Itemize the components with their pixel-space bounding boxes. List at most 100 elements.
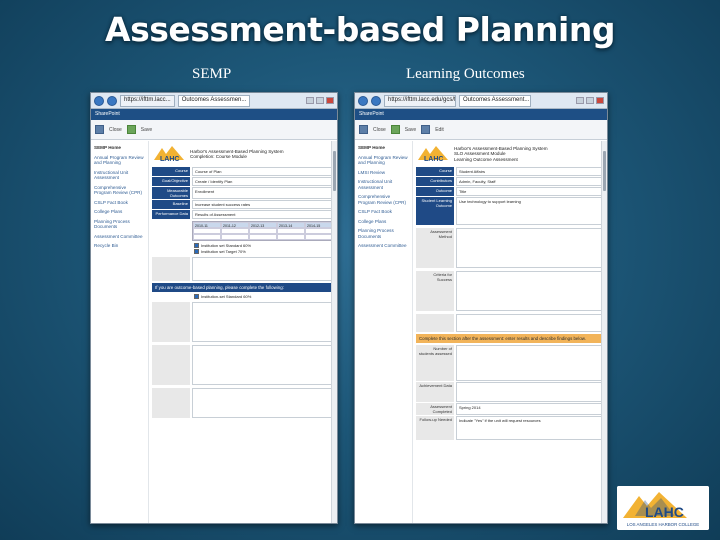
textarea-field[interactable] xyxy=(456,314,604,332)
sidebar-item[interactable]: CSLP Fact Book xyxy=(358,209,409,215)
field-input[interactable]: Admin, Faculty, Staff xyxy=(456,177,604,186)
browser-tab[interactable]: https://ifttm.lacc... xyxy=(120,94,175,107)
textarea-field[interactable] xyxy=(456,271,604,311)
performance-table: 2010-11 2011-12 2012-13 2013-14 2014-15 xyxy=(192,221,334,241)
field-input[interactable]: Course of Plan xyxy=(192,167,334,176)
sidebar-item[interactable]: Annual Program Review and Planning xyxy=(94,155,145,166)
textarea-field[interactable] xyxy=(192,345,334,386)
table-row xyxy=(193,234,333,240)
sidebar-item[interactable]: Comprehensive Program Review (CPR) xyxy=(358,194,409,205)
field-label: Assessment Completed xyxy=(416,403,454,416)
field-label: Follow-up Needed xyxy=(416,416,454,441)
sidebar-item[interactable]: Recycle Bin xyxy=(94,243,145,249)
sidebar-item[interactable]: Planning Process Documents xyxy=(94,219,145,230)
close-icon[interactable] xyxy=(596,97,604,104)
sidebar-item[interactable]: Assessment Committee xyxy=(94,234,145,240)
maximize-icon[interactable] xyxy=(316,97,324,104)
scrollbar[interactable] xyxy=(331,141,337,523)
ribbon-label[interactable]: Save xyxy=(405,127,416,133)
sidebar-item[interactable]: CSLP Fact Book xyxy=(94,200,145,206)
checkbox-field[interactable]: Indicate "Yes" if the unit will request … xyxy=(456,416,604,441)
sidebar-item[interactable]: SEMP Home xyxy=(94,145,145,151)
table-cell[interactable] xyxy=(277,234,305,240)
table-cell[interactable] xyxy=(193,234,221,240)
table-cell[interactable] xyxy=(305,234,333,240)
back-icon[interactable] xyxy=(358,95,368,106)
caption-semp: SEMP xyxy=(192,66,232,82)
sidebar-item[interactable]: College Plans xyxy=(358,219,409,225)
sidebar-nav: SEMP Home Annual Program Review and Plan… xyxy=(355,141,413,523)
forward-icon[interactable] xyxy=(107,95,117,106)
scrollbar[interactable] xyxy=(601,141,607,523)
back-icon[interactable] xyxy=(94,95,104,106)
field-input[interactable]: Create / Identify Plan xyxy=(192,177,334,186)
checkbox-row[interactable]: Institution set Standard 60% xyxy=(194,243,334,248)
form-header: LAHC Harbor's Assessment-Based Planning … xyxy=(152,144,334,164)
field-input[interactable]: Title xyxy=(456,187,604,196)
save-icon[interactable] xyxy=(126,125,136,134)
checkbox-row[interactable]: Institution-set Standard 60% xyxy=(194,294,334,300)
maximize-icon[interactable] xyxy=(586,97,594,104)
textarea-field[interactable] xyxy=(192,257,334,281)
minimize-icon[interactable] xyxy=(306,97,314,104)
scrollbar-thumb[interactable] xyxy=(603,151,606,191)
svg-text:LAHC: LAHC xyxy=(160,156,179,163)
form-row: Baseline Increase student success rates xyxy=(152,200,334,209)
select-field[interactable]: Spring 2014 xyxy=(456,403,604,416)
sharepoint-bar[interactable]: SharePoint xyxy=(91,109,337,120)
window-controls xyxy=(306,97,337,104)
sidebar-item[interactable]: College Plans xyxy=(94,209,145,215)
form-header-text: Harbor's Assessment-Based Planning Syste… xyxy=(454,146,548,163)
field-input[interactable]: Use technology to support learning xyxy=(456,197,604,225)
browser-tab[interactable]: Outcomes Assessment... xyxy=(459,94,531,107)
sidebar-item[interactable]: SEMP Home xyxy=(358,145,409,151)
close-icon[interactable] xyxy=(326,97,334,104)
field-input[interactable]: Results of Assessment xyxy=(192,210,334,219)
close-form-icon[interactable] xyxy=(95,125,104,134)
sharepoint-bar[interactable]: SharePoint xyxy=(355,109,607,120)
textarea-field[interactable] xyxy=(456,382,604,403)
form-header: LAHC Harbor's Assessment-Based Planning … xyxy=(416,144,604,164)
checkbox[interactable] xyxy=(194,249,199,254)
field-input[interactable]: Student Affairs xyxy=(456,167,604,176)
browser-tab[interactable]: https://ifttm.lacc.edu/gcs/flfx... xyxy=(384,94,456,107)
forward-icon[interactable] xyxy=(371,95,381,106)
sidebar-item[interactable]: Instructional Unit Assessment xyxy=(358,179,409,190)
sidebar-item[interactable]: Planning Process Documents xyxy=(358,228,409,239)
minimize-icon[interactable] xyxy=(576,97,584,104)
form-main: LAHC Harbor's Assessment-Based Planning … xyxy=(149,141,337,523)
scrollbar-thumb[interactable] xyxy=(333,151,336,191)
ribbon-label[interactable]: Edit xyxy=(435,127,444,133)
sidebar-nav: SEMP Home Annual Program Review and Plan… xyxy=(91,141,149,523)
textarea-field[interactable] xyxy=(192,302,334,343)
textarea-field[interactable] xyxy=(192,388,334,419)
sidebar-item[interactable]: Assessment Committee xyxy=(358,243,409,249)
table-cell[interactable] xyxy=(249,234,277,240)
save-icon[interactable] xyxy=(390,125,400,134)
lahc-logo: LAHC LOS ANGELES HARBOR COLLEGE xyxy=(617,486,709,530)
field-input[interactable]: Enrollment xyxy=(192,187,334,199)
field-input[interactable]: Increase student success rates xyxy=(192,200,334,209)
checkbox[interactable] xyxy=(194,294,199,300)
ribbon-label[interactable]: Save xyxy=(141,127,152,133)
form-row: Achievement Data xyxy=(416,382,604,403)
form-main: LAHC Harbor's Assessment-Based Planning … xyxy=(413,141,607,523)
textarea-field[interactable] xyxy=(456,345,604,382)
checkbox[interactable] xyxy=(194,243,199,248)
checkbox-label: Institution set Target 70% xyxy=(201,249,246,254)
sidebar-item[interactable]: Annual Program Review and Planning xyxy=(358,155,409,166)
sidebar-item[interactable]: Comprehensive Program Review (CPR) xyxy=(94,185,145,196)
textarea-field[interactable] xyxy=(456,228,604,268)
sidebar-item[interactable]: LMSI Review xyxy=(358,170,409,176)
ribbon-label[interactable]: Close xyxy=(373,127,386,133)
close-form-icon[interactable] xyxy=(359,125,368,134)
edit-icon[interactable] xyxy=(421,125,431,134)
table-cell[interactable] xyxy=(221,234,249,240)
checkbox-row[interactable]: Institution set Target 70% xyxy=(194,249,334,254)
browser-tab[interactable]: Outcomes Assessmen... xyxy=(177,94,250,107)
form-row: Follow-up Needed Indicate "Yes" if the u… xyxy=(416,416,604,441)
sidebar-item[interactable]: Instructional Unit Assessment xyxy=(94,170,145,181)
checkbox-label: Institution set Standard 60% xyxy=(201,243,252,248)
form-row: Number of students assessed xyxy=(416,345,604,382)
ribbon-label[interactable]: Close xyxy=(109,127,122,133)
